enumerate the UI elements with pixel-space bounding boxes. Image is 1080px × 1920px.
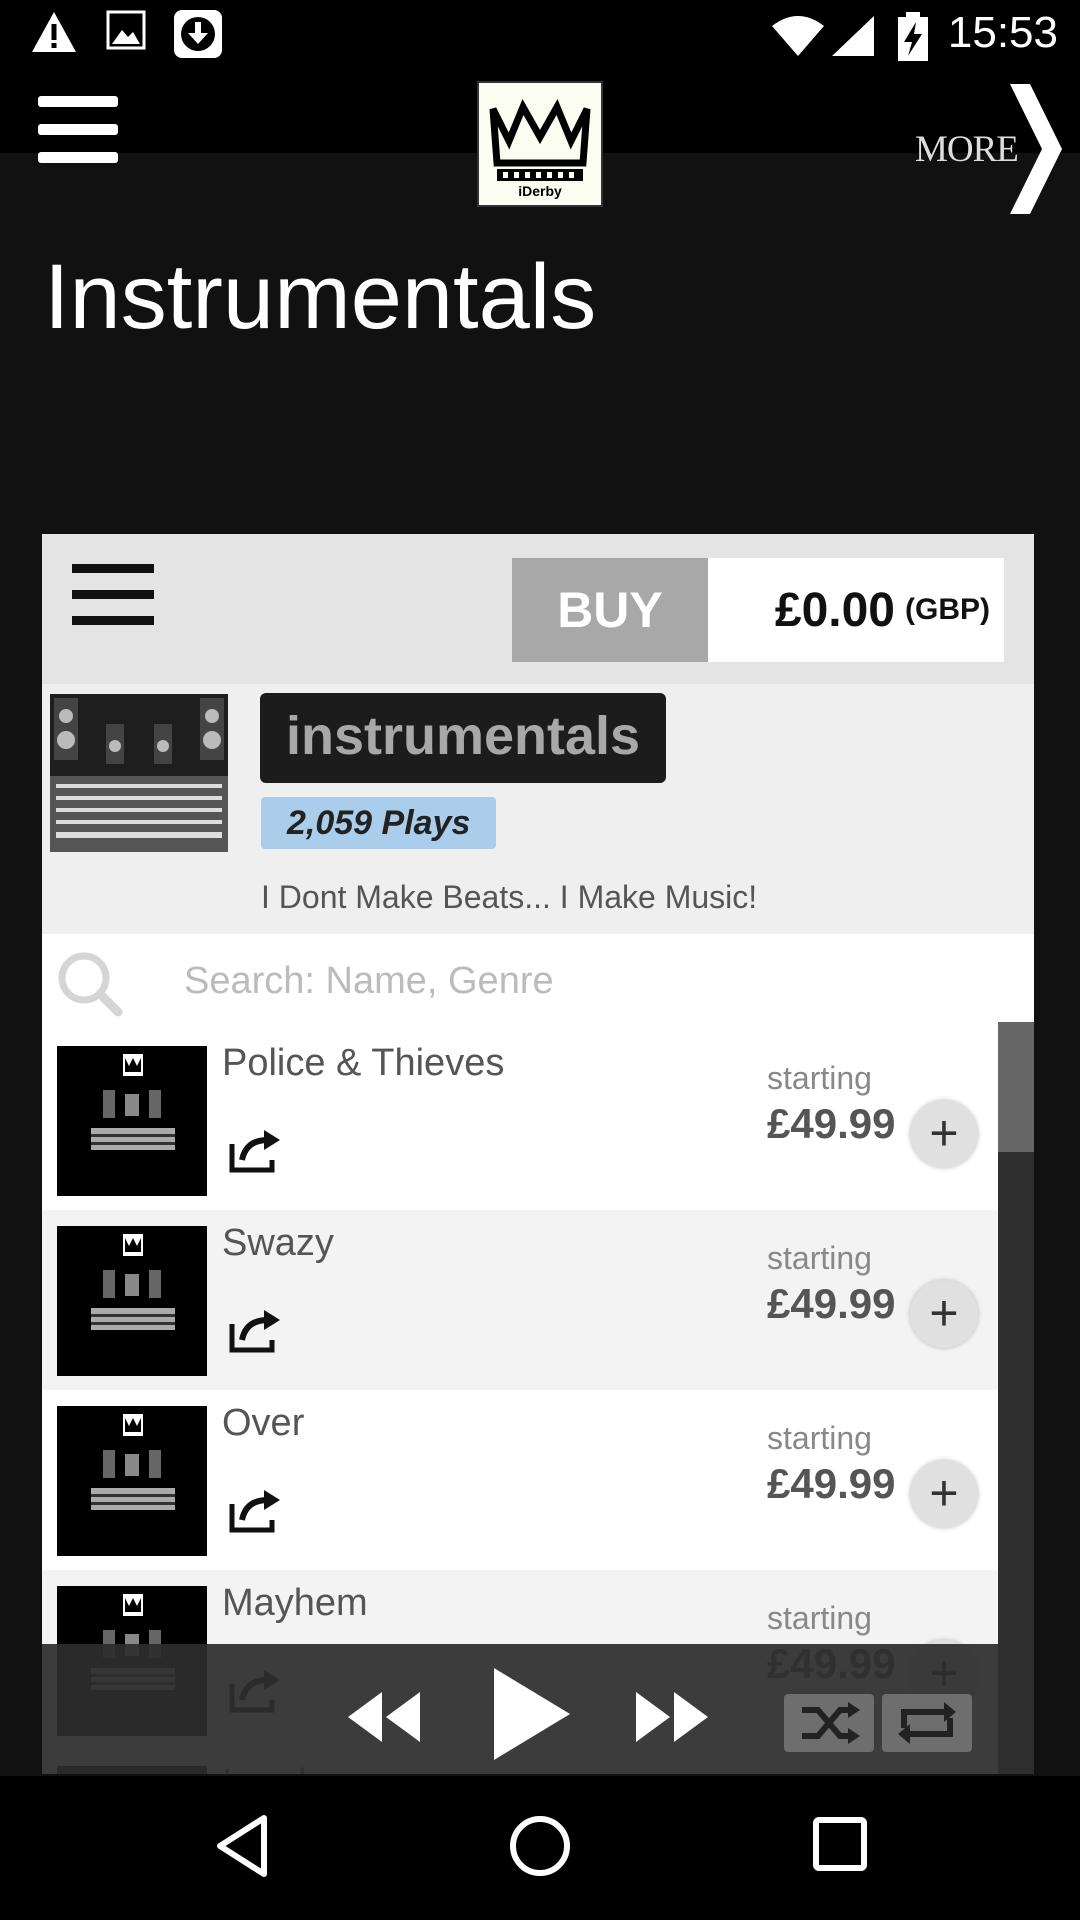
track-price: £49.99 xyxy=(767,1100,896,1147)
track-row[interactable]: Over starting £49.99 + xyxy=(42,1390,998,1570)
widget-menu-icon[interactable] xyxy=(72,564,154,628)
signal-icon xyxy=(832,16,874,56)
artist-section: instrumentals 2,059 Plays I Dont Make Be… xyxy=(42,684,1034,934)
logo-text: iDerby xyxy=(518,183,562,199)
scrollbar-thumb[interactable] xyxy=(998,1022,1034,1152)
player-bar xyxy=(42,1644,998,1774)
track-title[interactable]: Police & Thieves xyxy=(222,1042,504,1085)
track-starting-label: starting xyxy=(767,1600,872,1636)
cart-total-box: £0.00 (GBP) xyxy=(708,558,1004,662)
track-price: £49.99 xyxy=(767,1280,896,1327)
buy-button[interactable]: BUY xyxy=(512,558,708,662)
play-icon[interactable] xyxy=(492,1666,572,1762)
more-label: MORE xyxy=(915,129,1019,170)
shuffle-icon xyxy=(802,1702,860,1744)
search-input[interactable] xyxy=(182,952,606,1010)
track-row[interactable]: Police & Thieves starting £49.99 + xyxy=(42,1030,998,1210)
add-to-cart-button[interactable]: + xyxy=(910,1100,978,1168)
music-store-widget: BUY £0.00 (GBP) instrumentals 2,059 Play… xyxy=(42,534,1034,1774)
home-icon[interactable] xyxy=(508,1814,572,1878)
track-title[interactable]: Over xyxy=(222,1402,304,1445)
cart-currency: (GBP) xyxy=(905,593,990,626)
hamburger-menu-icon[interactable] xyxy=(38,96,118,166)
status-bar: 15:53 xyxy=(0,0,1080,75)
download-icon xyxy=(174,10,222,58)
back-icon[interactable] xyxy=(214,1814,270,1878)
battery-icon xyxy=(898,12,928,61)
artist-tagline: I Dont Make Beats... I Make Music! xyxy=(261,879,758,915)
track-price: £49.99 xyxy=(767,1460,896,1507)
crown-icon xyxy=(489,99,591,181)
artist-name[interactable]: instrumentals xyxy=(260,693,667,783)
artist-image xyxy=(50,694,228,852)
share-icon[interactable] xyxy=(228,1486,284,1534)
track-starting-label: starting xyxy=(767,1240,872,1276)
recents-icon[interactable] xyxy=(812,1816,868,1872)
widget-header: BUY £0.00 (GBP) xyxy=(42,534,1034,684)
add-to-cart-button[interactable]: + xyxy=(910,1460,978,1528)
track-thumbnail xyxy=(57,1226,207,1376)
track-thumbnail xyxy=(57,1046,207,1196)
add-to-cart-button[interactable]: + xyxy=(910,1280,978,1348)
track-title[interactable]: Mayhem xyxy=(222,1582,368,1625)
track-thumbnail xyxy=(57,1406,207,1556)
track-starting-label: starting xyxy=(767,1060,872,1096)
search-icon xyxy=(58,952,123,1017)
image-icon xyxy=(106,10,146,50)
cart-total: £0.00 xyxy=(774,583,895,637)
scrollbar[interactable] xyxy=(998,1022,1034,1774)
repeat-icon xyxy=(898,1702,956,1744)
share-icon[interactable] xyxy=(228,1306,284,1354)
track-title[interactable]: Swazy xyxy=(222,1222,334,1265)
track-starting-label: starting xyxy=(767,1420,872,1456)
repeat-button[interactable] xyxy=(882,1694,972,1752)
fast-forward-icon[interactable] xyxy=(634,1690,710,1744)
rewind-icon[interactable] xyxy=(346,1690,422,1744)
share-icon[interactable] xyxy=(228,1126,284,1174)
page-title: Instrumentals xyxy=(44,246,597,348)
app-logo[interactable]: iDerby xyxy=(477,81,603,207)
search-bar xyxy=(42,934,1034,1030)
status-time: 15:53 xyxy=(947,8,1058,57)
track-row[interactable]: Swazy starting £49.99 + xyxy=(42,1210,998,1390)
more-button[interactable]: MORE xyxy=(910,84,1070,214)
plays-count-badge: 2,059 Plays xyxy=(261,797,497,849)
chevron-right-icon xyxy=(1010,84,1062,214)
warning-icon xyxy=(32,12,76,52)
wifi-icon xyxy=(772,16,824,56)
navigation-bar xyxy=(0,1776,1080,1920)
shuffle-button[interactable] xyxy=(784,1694,874,1752)
